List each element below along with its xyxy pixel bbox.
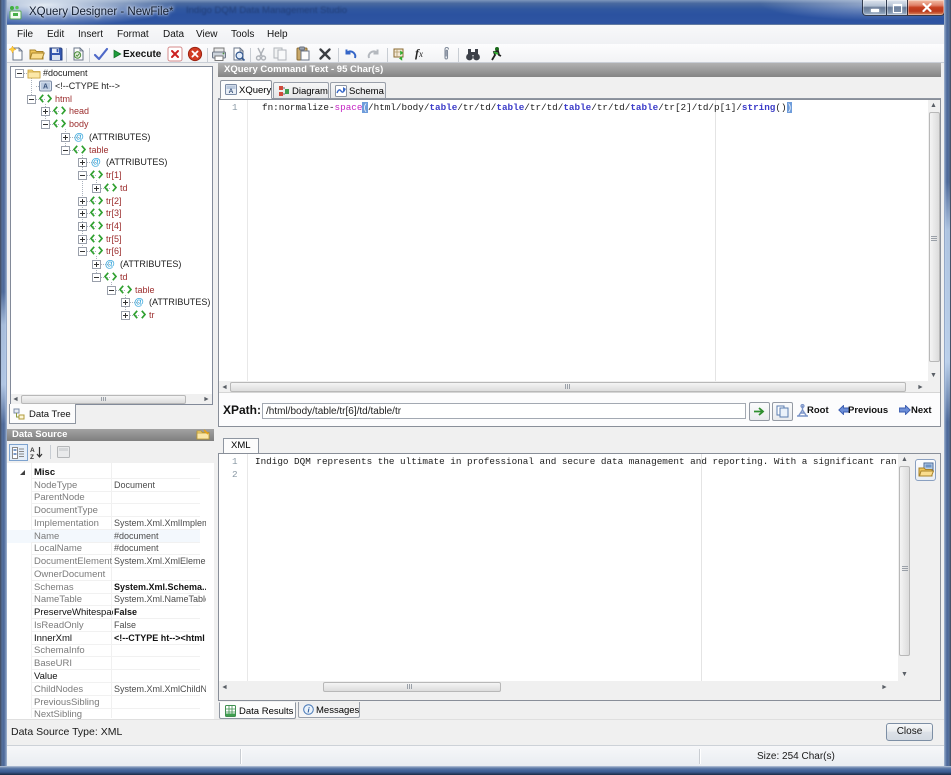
svg-text:A: A bbox=[43, 84, 48, 91]
svg-text:A: A bbox=[30, 447, 35, 454]
svg-text:Z: Z bbox=[30, 454, 34, 459]
svg-text:A: A bbox=[229, 88, 234, 95]
